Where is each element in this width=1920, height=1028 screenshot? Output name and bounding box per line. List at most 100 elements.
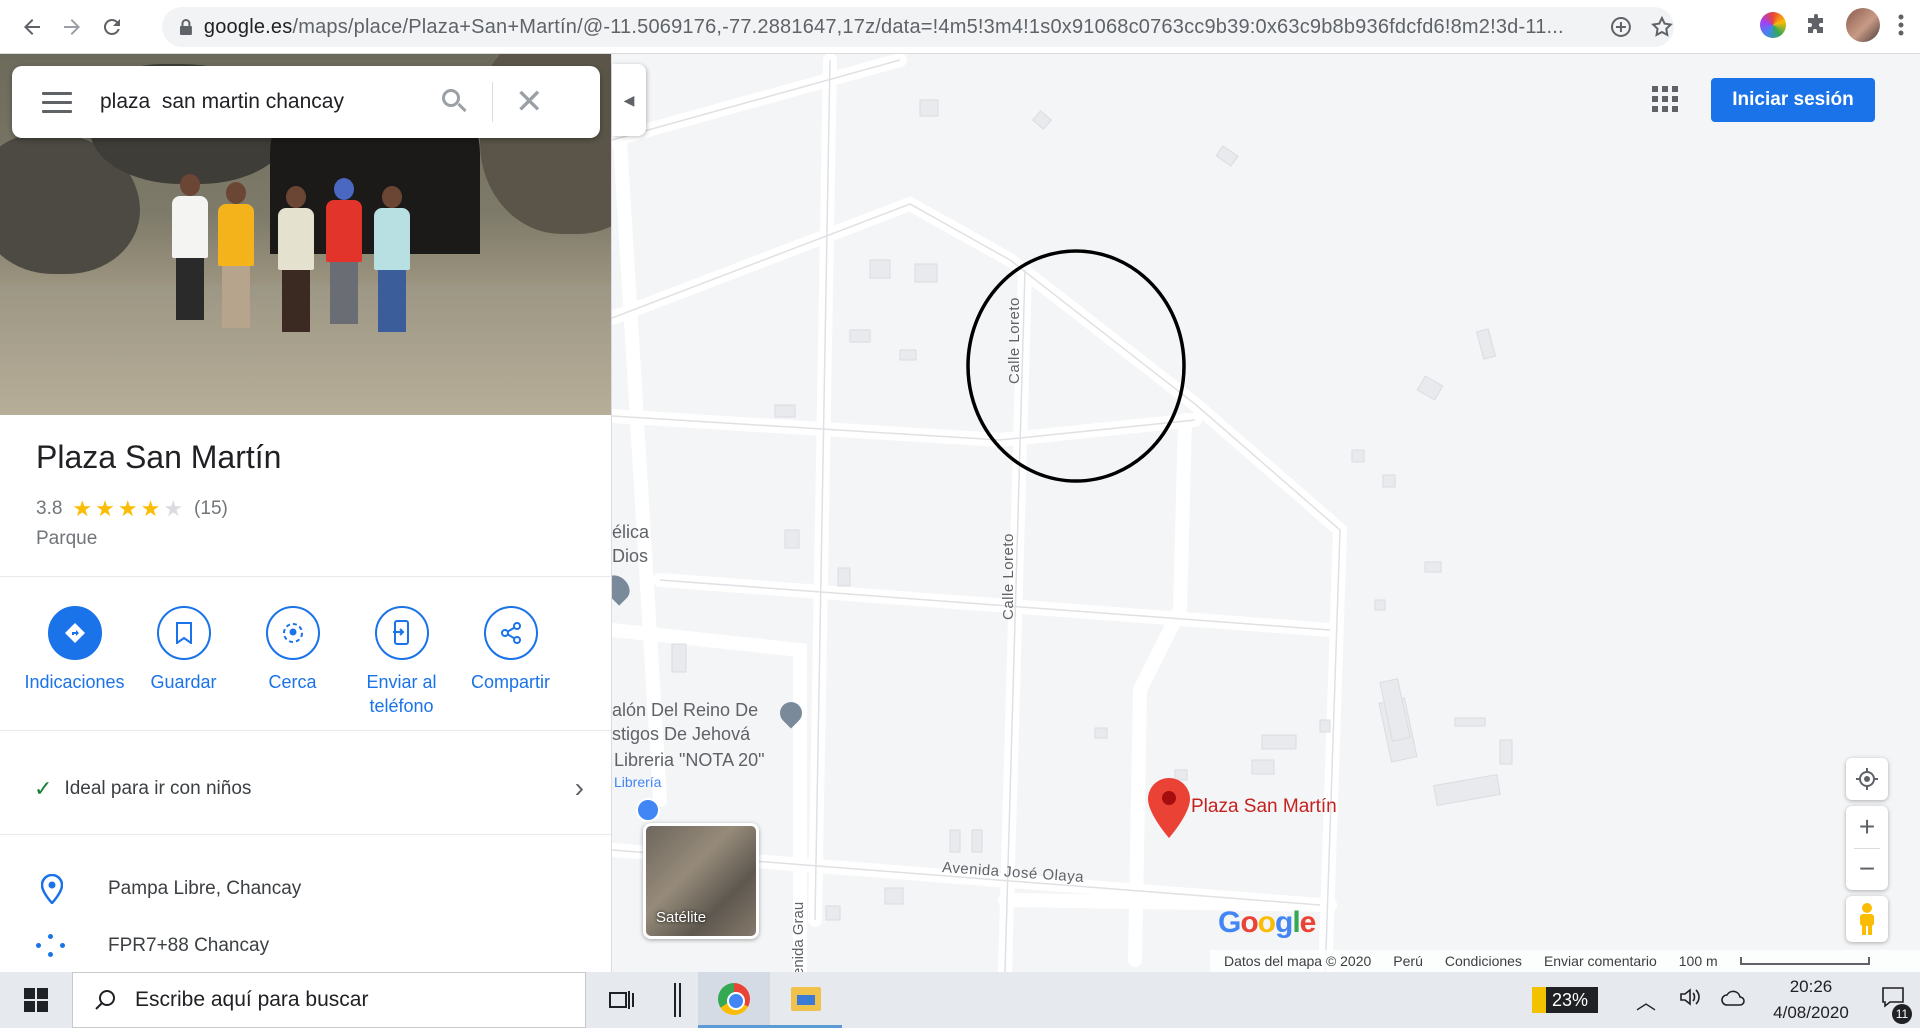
divider (0, 730, 611, 731)
google-apps-icon[interactable] (1652, 86, 1678, 112)
search-icon[interactable] (438, 86, 470, 118)
divider (0, 834, 611, 835)
poi-label[interactable]: Librería (614, 774, 661, 790)
pluscode-text: FPR7+88 Chancay (108, 934, 270, 956)
directions-button[interactable]: Indicaciones (20, 606, 129, 718)
save-button[interactable]: Guardar (129, 606, 238, 718)
map-footer: Datos del mapa © 2020 Perú Condiciones E… (1210, 950, 1920, 972)
browser-toolbar: google.es/maps/place/Plaza+San+Martín/@-… (0, 0, 1920, 54)
search-box: ✕ (12, 66, 600, 138)
taskbar-search[interactable]: Escribe aquí para buscar (72, 972, 586, 1028)
plus-code-icon (34, 934, 70, 957)
clock[interactable]: 20:26 4/08/2020 (1756, 974, 1866, 1026)
onedrive-cloud-icon[interactable] (1712, 989, 1756, 1012)
search-divider (492, 82, 493, 122)
system-tray: 23% ︿ 20:26 4/08/2020 11 (1532, 972, 1920, 1028)
share-icon (483, 606, 538, 660)
folder-icon (791, 986, 821, 1011)
add-tab-icon[interactable] (1610, 16, 1632, 38)
poi-label[interactable]: Libreria "NOTA 20" (614, 750, 765, 771)
arrow-right-icon (64, 18, 80, 35)
directions-label: Indicaciones (24, 672, 125, 692)
clock-date: 4/08/2020 (1773, 1003, 1849, 1022)
volume-icon[interactable] (1668, 987, 1712, 1013)
taskbar-pinned-app[interactable] (658, 972, 698, 1028)
scale-label[interactable]: 100 m (1679, 953, 1718, 969)
chevron-right-icon: › (574, 772, 584, 803)
reload-button[interactable] (92, 7, 132, 47)
chevron-up-icon[interactable]: ︿ (1624, 986, 1668, 1015)
bookmark-star-icon[interactable] (1650, 15, 1674, 39)
nearby-label: Cerca (268, 672, 317, 692)
nearby-button[interactable]: Cerca (238, 606, 347, 718)
nearby-icon (265, 606, 320, 660)
clock-time: 20:26 (1789, 977, 1833, 996)
zoom-controls: + − (1846, 806, 1888, 890)
rating-value: 3.8 (36, 498, 63, 519)
pluscode-row[interactable]: FPR7+88 Chancay (34, 934, 269, 957)
terms-link[interactable]: Condiciones (1445, 953, 1522, 969)
start-button[interactable] (0, 972, 72, 1028)
reviews-link[interactable]: (15) (194, 498, 228, 520)
divider (0, 576, 611, 577)
place-category[interactable]: Parque (36, 528, 97, 550)
pegman-button[interactable] (1846, 896, 1888, 942)
save-label: Guardar (150, 672, 217, 692)
country-link[interactable]: Perú (1393, 953, 1423, 969)
shopping-poi-icon[interactable] (636, 798, 660, 822)
map-data-attribution: Datos del mapa © 2020 (1224, 953, 1372, 969)
address-bar[interactable]: google.es/maps/place/Plaza+San+Martín/@-… (162, 7, 1674, 47)
stars-icon[interactable]: ★★★★★ (72, 496, 186, 522)
more-vert-icon[interactable] (1898, 13, 1904, 37)
poi-label[interactable]: élica (612, 522, 649, 543)
notifications-button[interactable]: 11 (1866, 986, 1920, 1024)
bookmark-icon (156, 606, 211, 660)
amenity-row[interactable]: ✓ Ideal para ir con niños › (34, 772, 594, 803)
send-to-phone-button[interactable]: Enviar al teléfono (347, 606, 456, 718)
back-button[interactable] (12, 7, 52, 47)
address-text: Pampa Libre, Chancay (108, 878, 302, 899)
map-roads (612, 54, 1513, 972)
poi-label[interactable]: alón Del Reino De (612, 700, 758, 721)
chrome-taskbar-button[interactable] (698, 972, 770, 1028)
forward-button[interactable] (52, 7, 92, 47)
collapse-panel-button[interactable]: ◀ (612, 64, 646, 136)
share-button[interactable]: Compartir (456, 606, 565, 718)
search-input[interactable] (100, 90, 430, 114)
location-target-icon (1856, 768, 1878, 790)
close-icon[interactable]: ✕ (515, 85, 544, 119)
search-icon (95, 990, 115, 1010)
page-title: Plaza San Martín (36, 439, 282, 475)
zoom-in-button[interactable]: + (1846, 806, 1888, 848)
marker-label[interactable]: Plaza San Martín (1191, 796, 1337, 818)
puzzle-icon[interactable] (1804, 13, 1828, 37)
lock-icon (179, 19, 192, 35)
caret-left-icon: ◀ (623, 91, 635, 108)
my-location-button[interactable] (1846, 758, 1888, 800)
amenity-label: Ideal para ir con niños (64, 778, 252, 799)
poi-label[interactable]: Dios (612, 546, 648, 567)
place-panel: ✕ Plaza San Martín 3.8 ★★★★★ (15) Parque… (0, 54, 612, 972)
action-buttons: Indicaciones Guardar Cerca Enviar al tel… (20, 606, 600, 718)
satellite-layer-toggle[interactable]: Satélite (643, 823, 759, 939)
menu-icon[interactable] (42, 91, 72, 113)
map-canvas[interactable]: Calle Loreto Calle Loreto Avenida José O… (612, 54, 1920, 972)
windows-taskbar: Escribe aquí para buscar 23% ︿ 20:26 4/0… (0, 972, 1920, 1028)
location-pin-icon (34, 874, 70, 904)
street-label: Calle Loreto (1000, 533, 1017, 620)
scale-bar[interactable] (1739, 957, 1870, 965)
color-extension-icon[interactable] (1760, 12, 1786, 38)
avatar[interactable] (1846, 8, 1880, 42)
zoom-out-button[interactable]: − (1846, 848, 1888, 890)
send-to-phone-label: Enviar al teléfono (366, 672, 437, 716)
pegman-icon (1860, 903, 1874, 935)
battery-indicator[interactable]: 23% (1532, 987, 1598, 1013)
check-icon: ✓ (34, 776, 53, 801)
poi-label[interactable]: stigos De Jehová (612, 724, 750, 745)
task-view-button[interactable] (586, 972, 658, 1028)
feedback-link[interactable]: Enviar comentario (1544, 953, 1657, 969)
signin-button[interactable]: Iniciar sesión (1711, 78, 1875, 122)
file-explorer-taskbar-button[interactable] (770, 972, 842, 1028)
address-row[interactable]: Pampa Libre, Chancay (34, 874, 301, 904)
directions-icon (47, 606, 102, 660)
